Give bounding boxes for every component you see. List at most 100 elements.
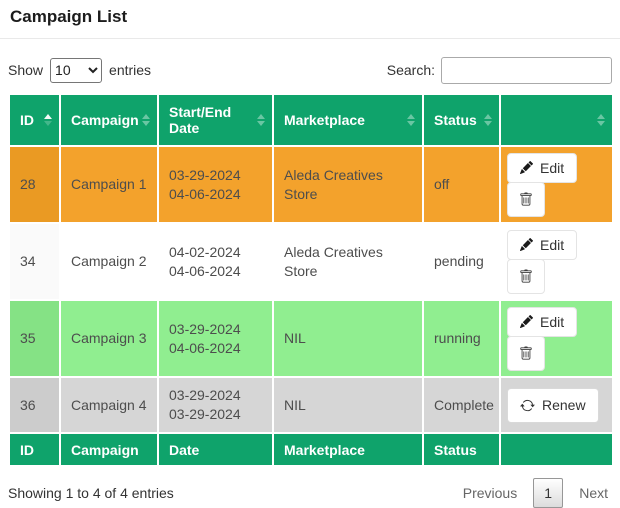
sort-arrows-icon bbox=[597, 114, 605, 126]
cell-status: Complete bbox=[423, 377, 500, 433]
pagination: Previous 1 Next bbox=[459, 478, 612, 508]
table-row: 35 Campaign 3 03-29-2024 04-06-2024 NIL … bbox=[9, 300, 613, 377]
pencil-icon bbox=[520, 161, 533, 174]
cell-actions: Edit bbox=[500, 300, 613, 377]
table-row: 34 Campaign 2 04-02-2024 04-06-2024 Aled… bbox=[9, 223, 613, 300]
column-header-label: Status bbox=[434, 112, 477, 128]
cell-actions: Renew bbox=[500, 377, 613, 433]
header-row: ID Campaign Start/End Date Marketplace S… bbox=[9, 94, 613, 146]
edit-button[interactable]: Edit bbox=[507, 153, 577, 183]
cell-campaign: Campaign 4 bbox=[60, 377, 158, 433]
sort-arrows-icon bbox=[484, 114, 492, 126]
next-page-button[interactable]: Next bbox=[575, 479, 612, 507]
cell-id: 28 bbox=[9, 146, 60, 223]
edit-button-label: Edit bbox=[540, 161, 564, 175]
delete-button[interactable] bbox=[507, 259, 545, 294]
campaign-table: ID Campaign Start/End Date Marketplace S… bbox=[8, 93, 614, 467]
search-label: Search: bbox=[387, 62, 435, 78]
pencil-icon bbox=[520, 238, 533, 251]
campaign-list-page: Campaign List Show 10 entries Search: ID bbox=[0, 0, 620, 508]
cell-status: pending bbox=[423, 223, 500, 300]
start-date: 03-29-2024 bbox=[169, 166, 262, 185]
cell-marketplace: NIL bbox=[273, 377, 423, 433]
title-divider bbox=[0, 38, 620, 39]
table-controls: Show 10 entries Search: bbox=[8, 56, 612, 84]
start-date: 03-29-2024 bbox=[169, 386, 262, 405]
footer-column-actions bbox=[500, 433, 613, 466]
sort-arrows-icon bbox=[407, 114, 415, 126]
previous-page-button[interactable]: Previous bbox=[459, 479, 521, 507]
delete-button[interactable] bbox=[507, 336, 545, 371]
table-row: 36 Campaign 4 03-29-2024 03-29-2024 NIL … bbox=[9, 377, 613, 433]
column-header-label: Start/End Date bbox=[169, 104, 231, 136]
start-date: 04-02-2024 bbox=[169, 243, 262, 262]
entries-per-page-select[interactable]: 10 bbox=[50, 58, 102, 83]
show-label: Show bbox=[8, 62, 43, 78]
entries-label: entries bbox=[109, 62, 151, 78]
column-header-status[interactable]: Status bbox=[423, 94, 500, 146]
column-header-label: Campaign bbox=[71, 112, 139, 128]
page-title: Campaign List bbox=[10, 7, 612, 27]
trash-icon bbox=[519, 346, 533, 361]
end-date: 03-29-2024 bbox=[169, 405, 262, 424]
footer-column-campaign: Campaign bbox=[60, 433, 158, 466]
cell-campaign: Campaign 2 bbox=[60, 223, 158, 300]
table-bottom-bar: Showing 1 to 4 of 4 entries Previous 1 N… bbox=[8, 478, 612, 508]
edit-button[interactable]: Edit bbox=[507, 307, 577, 337]
column-header-campaign[interactable]: Campaign bbox=[60, 94, 158, 146]
cell-campaign: Campaign 1 bbox=[60, 146, 158, 223]
table-header: ID Campaign Start/End Date Marketplace S… bbox=[9, 94, 613, 146]
cell-marketplace: Aleda Creatives Store bbox=[273, 223, 423, 300]
trash-icon bbox=[519, 269, 533, 284]
footer-column-status: Status bbox=[423, 433, 500, 466]
sort-arrows-icon bbox=[257, 114, 265, 126]
cell-id: 36 bbox=[9, 377, 60, 433]
column-header-start-end-date[interactable]: Start/End Date bbox=[158, 94, 273, 146]
cell-dates: 03-29-2024 04-06-2024 bbox=[158, 146, 273, 223]
cell-marketplace: Aleda Creatives Store bbox=[273, 146, 423, 223]
column-header-actions[interactable] bbox=[500, 94, 613, 146]
cell-dates: 03-29-2024 03-29-2024 bbox=[158, 377, 273, 433]
cell-status: off bbox=[423, 146, 500, 223]
table-row: 28 Campaign 1 03-29-2024 04-06-2024 Aled… bbox=[9, 146, 613, 223]
start-date: 03-29-2024 bbox=[169, 320, 262, 339]
cell-id: 35 bbox=[9, 300, 60, 377]
search-control: Search: bbox=[387, 57, 612, 84]
cell-campaign: Campaign 3 bbox=[60, 300, 158, 377]
page-length-control: Show 10 entries bbox=[8, 58, 151, 83]
column-header-label: Marketplace bbox=[284, 112, 365, 128]
footer-column-id: ID bbox=[9, 433, 60, 466]
renew-button[interactable]: Renew bbox=[507, 388, 599, 423]
sort-arrows-icon bbox=[142, 114, 150, 126]
delete-button[interactable] bbox=[507, 182, 545, 217]
column-header-id[interactable]: ID bbox=[9, 94, 60, 146]
table-body: 28 Campaign 1 03-29-2024 04-06-2024 Aled… bbox=[9, 146, 613, 433]
cell-status: running bbox=[423, 300, 500, 377]
column-header-marketplace[interactable]: Marketplace bbox=[273, 94, 423, 146]
footer-column-date: Date bbox=[158, 433, 273, 466]
cell-id: 34 bbox=[9, 223, 60, 300]
footer-row: ID Campaign Date Marketplace Status bbox=[9, 433, 613, 466]
table-footer: ID Campaign Date Marketplace Status bbox=[9, 433, 613, 466]
renew-button-label: Renew bbox=[542, 398, 586, 412]
pencil-icon bbox=[520, 315, 533, 328]
end-date: 04-06-2024 bbox=[169, 185, 262, 204]
refresh-icon bbox=[520, 398, 535, 413]
column-header-label: ID bbox=[20, 112, 34, 128]
cell-dates: 04-02-2024 04-06-2024 bbox=[158, 223, 273, 300]
sort-arrows-icon bbox=[44, 114, 52, 126]
cell-actions: Edit bbox=[500, 223, 613, 300]
cell-dates: 03-29-2024 04-06-2024 bbox=[158, 300, 273, 377]
cell-actions: Edit bbox=[500, 146, 613, 223]
current-page-button[interactable]: 1 bbox=[533, 478, 563, 508]
trash-icon bbox=[519, 192, 533, 207]
end-date: 04-06-2024 bbox=[169, 339, 262, 358]
end-date: 04-06-2024 bbox=[169, 262, 262, 281]
edit-button[interactable]: Edit bbox=[507, 230, 577, 260]
footer-column-marketplace: Marketplace bbox=[273, 433, 423, 466]
edit-button-label: Edit bbox=[540, 315, 564, 329]
entries-info: Showing 1 to 4 of 4 entries bbox=[8, 485, 174, 501]
search-input[interactable] bbox=[441, 57, 612, 84]
cell-marketplace: NIL bbox=[273, 300, 423, 377]
edit-button-label: Edit bbox=[540, 238, 564, 252]
